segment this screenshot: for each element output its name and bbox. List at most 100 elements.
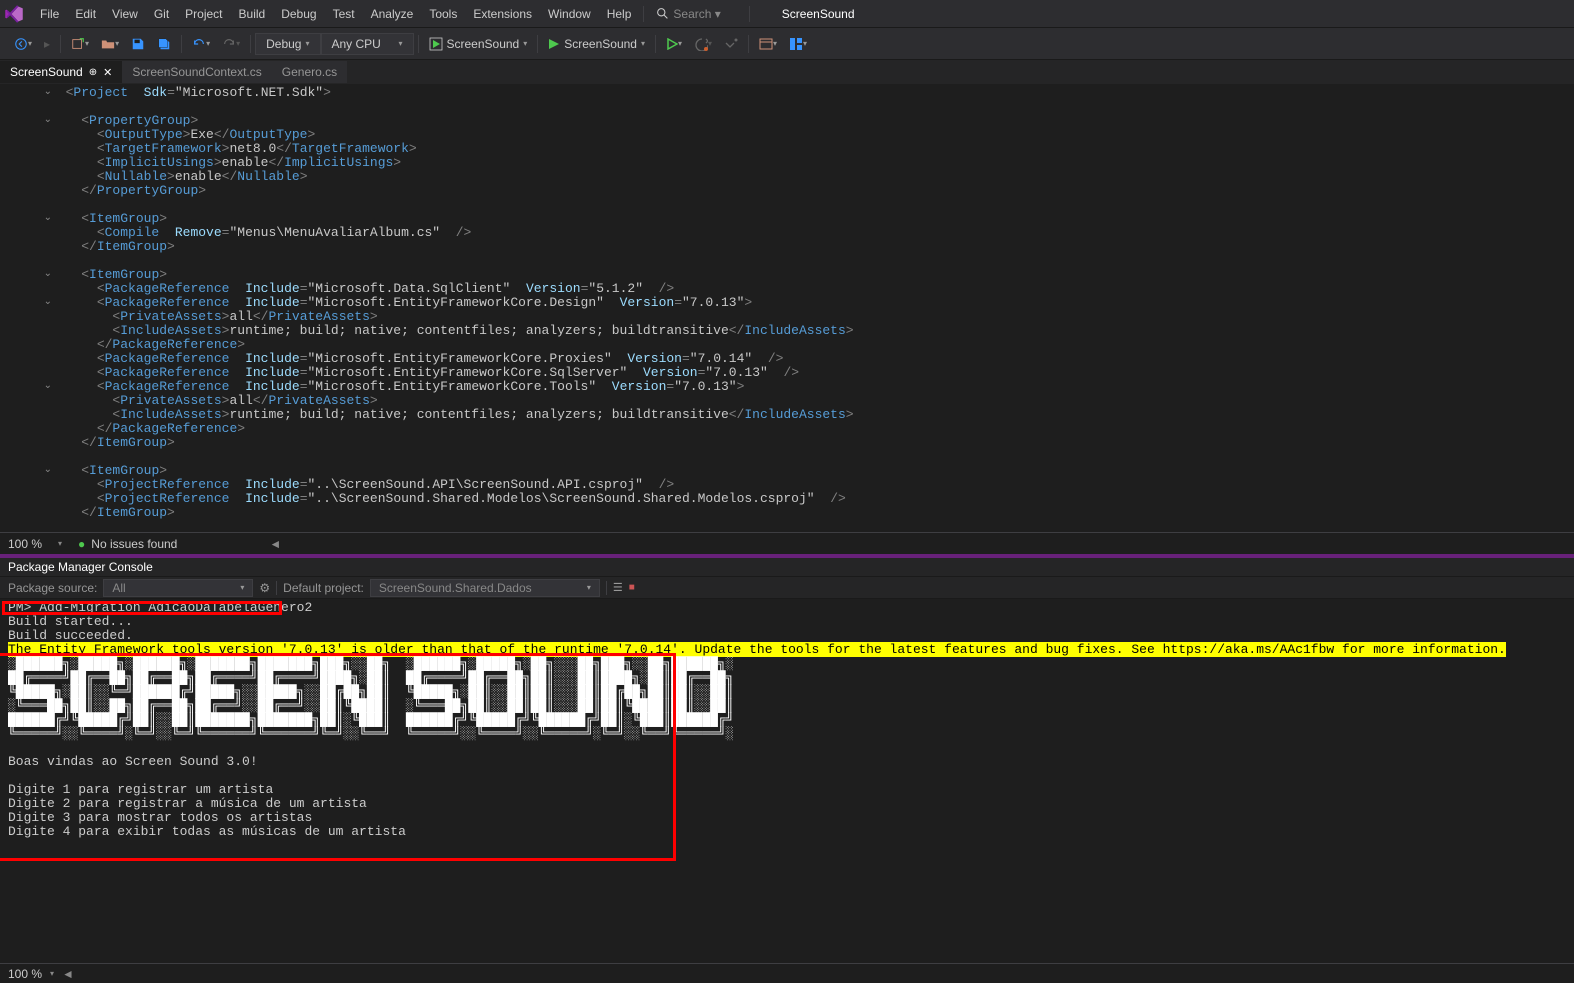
config-dropdown[interactable]: Debug▾ (255, 33, 320, 55)
code-line: <IncludeAssets>runtime; build; native; c… (0, 408, 1574, 422)
menu-view[interactable]: View (104, 3, 146, 25)
browse-button[interactable]: ▾ (753, 33, 783, 55)
panel-toolbar: Package source: All▾ ⚙ Default project: … (0, 577, 1574, 599)
layout-button[interactable]: ▾ (783, 33, 813, 55)
code-line: <TargetFramework>net8.0</TargetFramework… (0, 142, 1574, 156)
open-button[interactable]: ▾ (95, 33, 125, 55)
menubar: File Edit View Git Project Build Debug T… (0, 0, 1574, 28)
tab-label: ScreenSoundContext.cs (132, 65, 261, 79)
start-outline-button[interactable]: ▾ (660, 34, 688, 54)
issues-status[interactable]: ● No issues found (78, 537, 177, 551)
collapse-icon[interactable]: ⌄ (44, 114, 52, 128)
bottom-statusbar: 100 % ▾ ◄ (0, 963, 1574, 983)
separator (537, 35, 538, 53)
code-line: <PackageReference Include="Microsoft.Ent… (0, 352, 1574, 366)
step-button[interactable] (718, 33, 744, 55)
code-line: </ItemGroup> (0, 240, 1574, 254)
tab-label: Genero.cs (282, 65, 337, 79)
pin-icon[interactable]: ⊕ (89, 67, 97, 78)
nav-back-button[interactable]: ▾ (8, 33, 38, 55)
code-line: <PrivateAssets>all</PrivateAssets> (0, 394, 1574, 408)
startup-label-2: ScreenSound (564, 37, 637, 51)
scroll-left-icon[interactable]: ◄ (269, 537, 281, 551)
new-button[interactable]: ▾ (65, 33, 95, 55)
menu-git[interactable]: Git (146, 3, 177, 25)
platform-label: Any CPU (332, 37, 381, 51)
start-debug-button[interactable]: ScreenSound▾ (423, 35, 534, 53)
menu-tools[interactable]: Tools (421, 3, 465, 25)
code-line: </PropertyGroup> (0, 184, 1574, 198)
nav-fwd-button[interactable]: ▸ (38, 33, 56, 55)
menu-analyze[interactable]: Analyze (363, 3, 422, 25)
code-editor[interactable]: ⌄ <Project Sdk="Microsoft.NET.Sdk"> ⌄ <P… (0, 84, 1574, 532)
collapse-icon[interactable]: ⌄ (44, 86, 52, 100)
clear-icon[interactable]: ■ (629, 582, 635, 593)
collapse-icon[interactable]: ⌄ (44, 268, 52, 282)
hot-reload-button[interactable]: ▾ (688, 33, 718, 55)
menu-test[interactable]: Test (325, 3, 363, 25)
warning-line: The Entity Framework tools version '7.0.… (8, 642, 1506, 657)
undo-button[interactable]: ▾ (186, 33, 216, 55)
code-line: ⌄ <ItemGroup> (0, 268, 1574, 282)
search-icon (656, 7, 669, 20)
collapse-icon[interactable]: ⌄ (44, 464, 52, 478)
separator (60, 35, 61, 53)
build-succeeded-line: Build succeeded. (8, 629, 1566, 643)
gear-icon[interactable]: ⚙ (259, 581, 270, 595)
redo-button[interactable]: ▾ (216, 33, 246, 55)
source-value: All (112, 581, 125, 595)
menu-line-2: Digite 2 para registrar a música de um a… (8, 797, 1566, 811)
start-without-debug-button[interactable]: ScreenSound▾ (542, 35, 651, 53)
platform-dropdown[interactable]: Any CPU▾ (321, 33, 414, 55)
code-line: <Nullable>enable</Nullable> (0, 170, 1574, 184)
code-line: ⌄ <PackageReference Include="Microsoft.E… (0, 380, 1574, 394)
search-box[interactable]: Search ▾ (648, 5, 744, 23)
save-button[interactable] (125, 33, 151, 55)
code-line: <PackageReference Include="Microsoft.Ent… (0, 366, 1574, 380)
code-line: <OutputType>Exe</OutputType> (0, 128, 1574, 142)
zoom-bottom[interactable]: 100 % (8, 967, 42, 981)
menu-edit[interactable]: Edit (67, 3, 104, 25)
menu-line-3: Digite 3 para mostrar todos os artistas (8, 811, 1566, 825)
list-icon[interactable]: ☰ (613, 581, 623, 594)
separator (643, 6, 644, 22)
code-line: ⌄ <PackageReference Include="Microsoft.E… (0, 296, 1574, 310)
build-started-line: Build started... (8, 615, 1566, 629)
code-line: <PrivateAssets>all</PrivateAssets> (0, 310, 1574, 324)
menu-build[interactable]: Build (231, 3, 274, 25)
code-line: ⌄ <ItemGroup> (0, 212, 1574, 226)
menu-debug[interactable]: Debug (273, 3, 324, 25)
menu-extensions[interactable]: Extensions (465, 3, 540, 25)
menu-window[interactable]: Window (540, 3, 599, 25)
menu-file[interactable]: File (32, 3, 67, 25)
ascii-banner: ░██████╗░█████╗░██████╗░███████╗███████╗… (8, 657, 1566, 741)
code-line: ⌄ <PropertyGroup> (0, 114, 1574, 128)
tab-genero[interactable]: Genero.cs (272, 61, 347, 83)
source-dropdown[interactable]: All▾ (103, 579, 253, 597)
menu-line-4: Digite 4 para exibir todas as músicas de… (8, 825, 1566, 839)
config-label: Debug (266, 37, 301, 51)
collapse-icon[interactable]: ⌄ (44, 296, 52, 310)
separator (250, 35, 251, 53)
menu-project[interactable]: Project (177, 3, 230, 25)
zoom-level[interactable]: 100 % (8, 537, 42, 551)
collapse-icon[interactable]: ⌄ (44, 380, 52, 394)
default-project-dropdown[interactable]: ScreenSound.Shared.Dados▾ (370, 579, 600, 597)
collapse-icon[interactable]: ⌄ (44, 212, 52, 226)
save-all-button[interactable] (151, 33, 177, 55)
package-manager-console[interactable]: PM> Add-Migration AdicaoDaTabelaGenero2 … (0, 599, 1574, 963)
default-label: Default project: (283, 581, 364, 595)
code-line: <ProjectReference Include="..\ScreenSoun… (0, 492, 1574, 506)
welcome-line: Boas vindas ao Screen Sound 3.0! (8, 755, 1566, 769)
code-line: ⌄ <ItemGroup> (0, 464, 1574, 478)
tab-screensound[interactable]: ScreenSound ⊕ ✕ (0, 61, 122, 83)
code-line: ⌄ <Project Sdk="Microsoft.NET.Sdk"> (0, 86, 1574, 100)
close-icon[interactable]: ✕ (103, 66, 112, 79)
separator (655, 35, 656, 53)
editor-tabs: ScreenSound ⊕ ✕ ScreenSoundContext.cs Ge… (0, 60, 1574, 84)
scroll-left-icon[interactable]: ◄ (62, 967, 74, 981)
menu-help[interactable]: Help (599, 3, 640, 25)
default-value: ScreenSound.Shared.Dados (379, 581, 532, 595)
tab-context[interactable]: ScreenSoundContext.cs (122, 61, 271, 83)
panel-title: Package Manager Console (0, 558, 1574, 577)
